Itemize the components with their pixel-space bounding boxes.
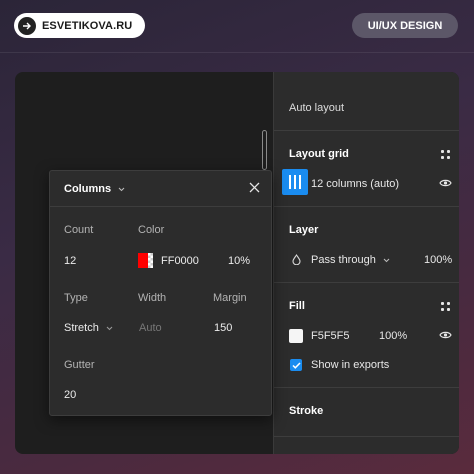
blend-mode-dropdown[interactable]: Pass through	[311, 254, 390, 266]
grid-type-dropdown[interactable]: Columns	[64, 183, 125, 195]
show-in-exports-checkbox[interactable]	[290, 359, 302, 371]
fill-opacity[interactable]: 100%	[379, 330, 407, 342]
layout-grid-item[interactable]: 12 columns (auto)	[311, 178, 399, 190]
stroke-title: Stroke	[289, 405, 324, 417]
columns-settings-popup: Columns Count Color 12 FF0000 10% Type W…	[49, 170, 272, 416]
section-divider	[274, 206, 459, 207]
gutter-input[interactable]: 20	[64, 389, 76, 401]
margin-input[interactable]: 150	[214, 322, 232, 334]
eye-icon[interactable]	[439, 330, 452, 340]
type-dropdown[interactable]: Stretch	[64, 322, 113, 334]
columns-grid-icon[interactable]	[282, 169, 308, 195]
header-divider	[0, 52, 474, 53]
section-divider	[274, 436, 459, 437]
chevron-down-icon	[118, 187, 125, 192]
grid-color-hex[interactable]: FF0000	[161, 255, 199, 267]
site-label: ESVETIKOVA.RU	[42, 19, 133, 32]
fill-styles-icon[interactable]	[441, 302, 450, 311]
layer-opacity[interactable]: 100%	[424, 254, 452, 266]
fill-hex-value[interactable]: F5F5F5	[311, 330, 350, 342]
popup-title: Columns	[64, 183, 112, 195]
category-tag: UI/UX DESIGN	[352, 13, 458, 38]
properties-panel: Auto layout Layout grid 12 columns (auto…	[273, 72, 459, 454]
auto-layout-title[interactable]: Auto layout	[289, 102, 344, 114]
show-in-exports-label[interactable]: Show in exports	[311, 359, 389, 371]
blend-mode-value: Pass through	[311, 254, 376, 266]
width-input[interactable]: Auto	[139, 322, 162, 334]
fill-title: Fill	[289, 300, 305, 312]
type-label: Type	[64, 292, 88, 304]
width-label: Width	[138, 292, 167, 304]
droplet-icon	[292, 254, 301, 265]
canvas-scrollbar[interactable]	[262, 130, 267, 170]
gutter-label: Gutter	[64, 359, 95, 371]
grid-styles-icon[interactable]	[441, 150, 450, 159]
grid-color-swatch[interactable]	[138, 253, 153, 268]
chevron-down-icon	[106, 326, 113, 331]
grid-color-opacity[interactable]: 10%	[228, 255, 250, 267]
layer-title: Layer	[289, 224, 319, 236]
site-badge[interactable]: ESVETIKOVA.RU	[14, 13, 145, 38]
count-label: Count	[64, 224, 94, 236]
color-label: Color	[138, 224, 165, 236]
section-divider	[274, 387, 459, 388]
section-divider	[274, 282, 459, 283]
eye-icon[interactable]	[439, 178, 452, 188]
section-divider	[274, 130, 459, 131]
chevron-down-icon	[383, 258, 390, 263]
layout-grid-title: Layout grid	[289, 148, 349, 160]
count-input[interactable]: 12	[64, 255, 76, 267]
close-icon[interactable]	[249, 182, 260, 193]
checkmark-icon	[291, 361, 301, 369]
margin-label: Margin	[213, 292, 247, 304]
type-value: Stretch	[64, 322, 99, 334]
popup-header: Columns	[50, 171, 271, 207]
arrow-right-icon	[18, 16, 36, 35]
fill-color-swatch[interactable]	[289, 329, 303, 343]
